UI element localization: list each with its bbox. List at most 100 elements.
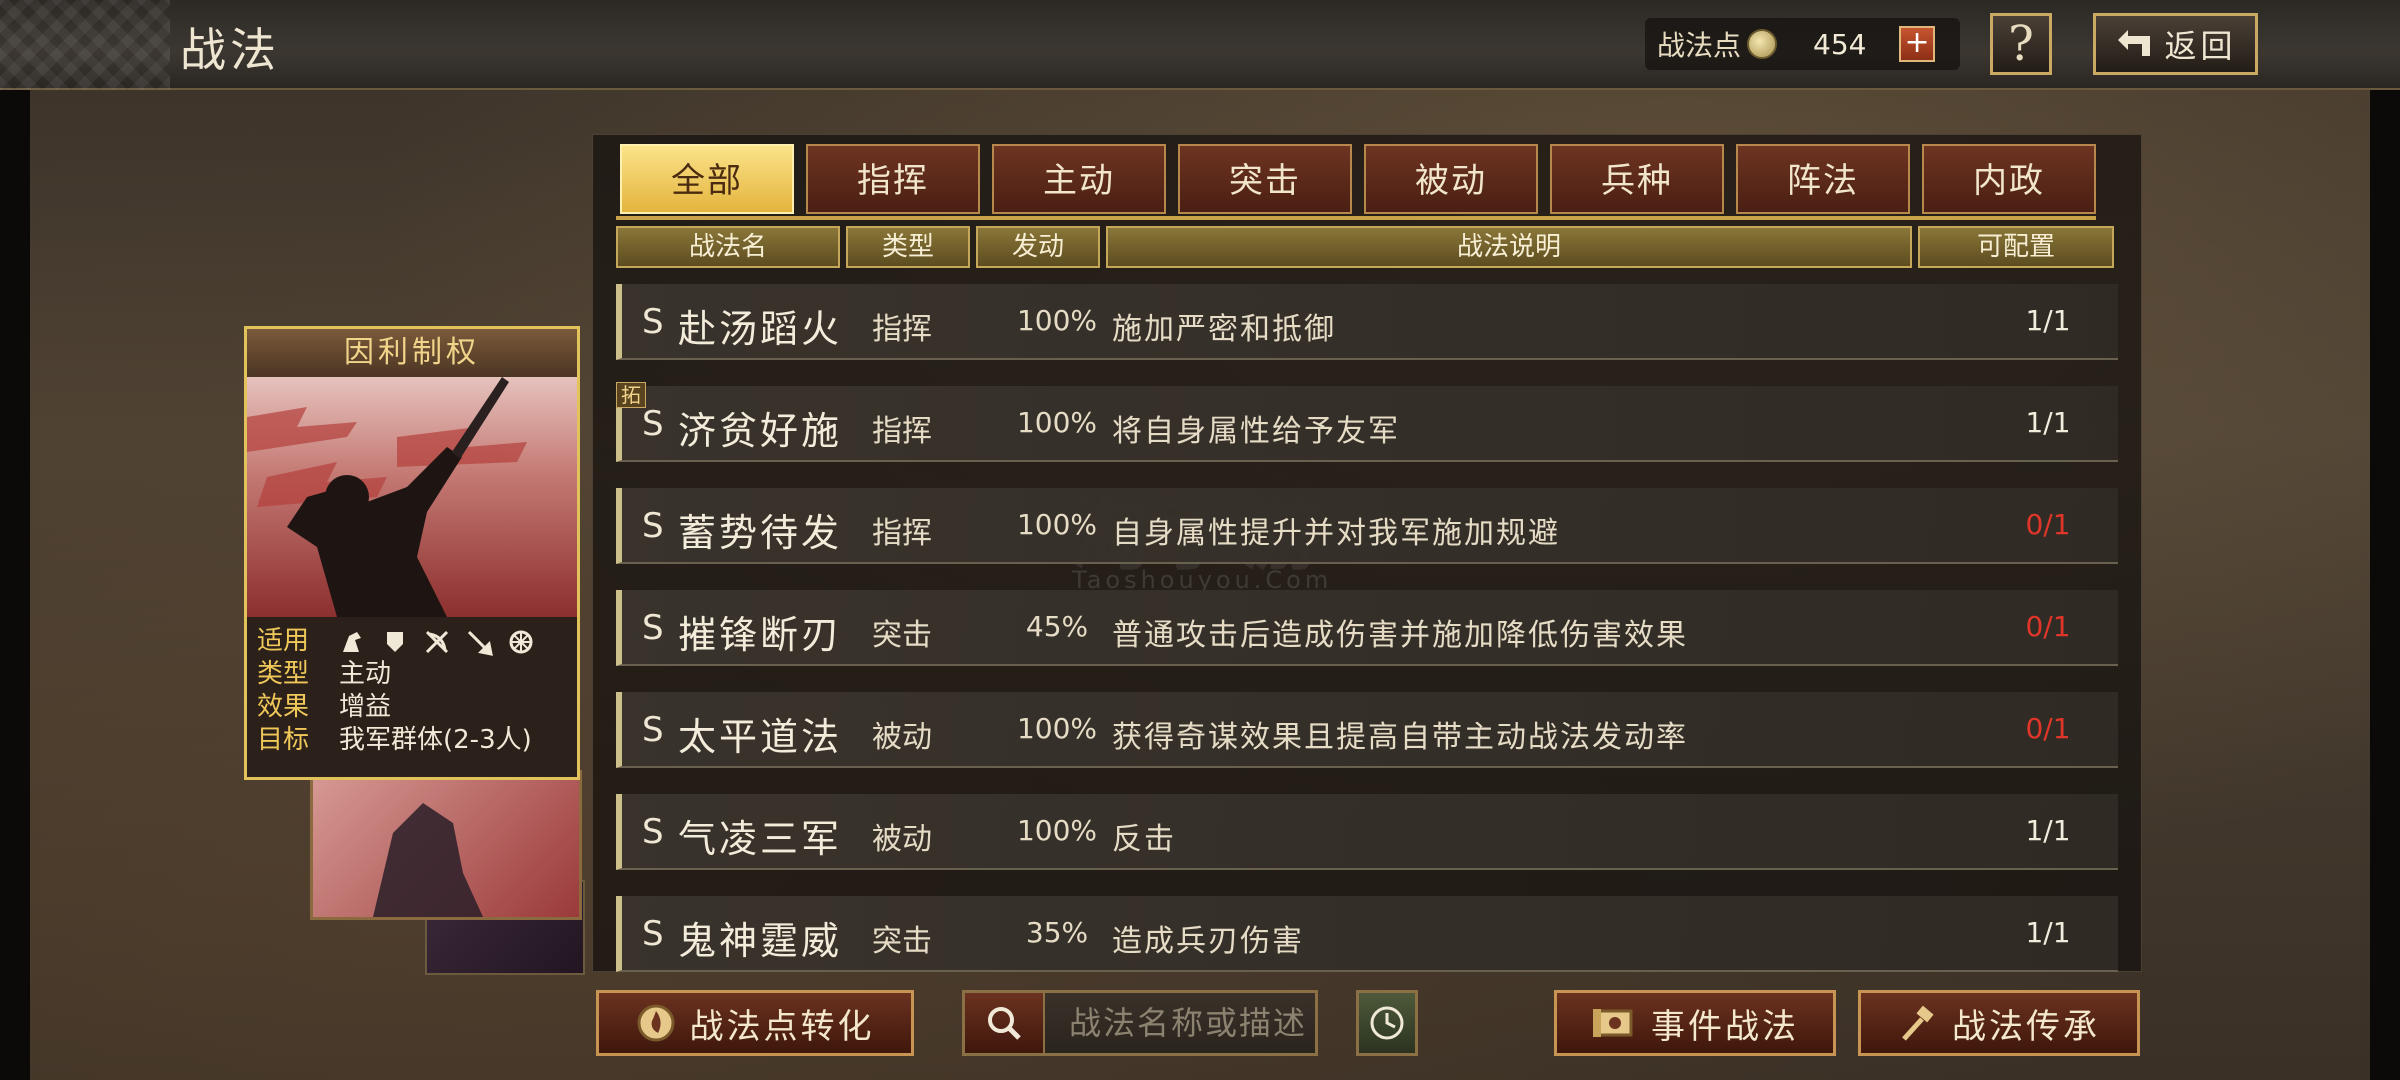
tactic-config: 1/1: [2025, 304, 2071, 337]
tactic-config: 0/1: [2025, 712, 2071, 745]
tab-underline: [616, 216, 2096, 220]
points-value: 454: [1813, 27, 1867, 61]
tactic-row[interactable]: S 蓄势待发 指挥 100% 自身属性提升并对我军施加规避 0/1: [616, 488, 2118, 564]
tactic-type: 突击: [872, 924, 932, 959]
tab-all[interactable]: 全部: [620, 144, 794, 214]
tactic-name: 蓄势待发: [678, 511, 843, 555]
tactic-rank: S: [642, 506, 664, 546]
search-icon: [988, 1007, 1021, 1040]
warrior-art: [247, 377, 527, 617]
tactic-rank: S: [642, 302, 664, 342]
archer-icon: [425, 630, 449, 653]
tactic-rate: 100%: [1016, 304, 1098, 337]
tactic-rate: 100%: [1016, 406, 1098, 439]
wheel-icon: [509, 630, 533, 653]
tactic-desc: 自身属性提升并对我军施加规避: [1112, 516, 1560, 551]
tactic-name: 气凌三军: [678, 817, 843, 861]
target-label: 目标: [257, 725, 310, 755]
tactic-desc: 普通攻击后造成伤害并施加降低伤害效果: [1112, 618, 1688, 653]
search-bar: [962, 990, 1318, 1056]
back-button[interactable]: 返回: [2093, 13, 2258, 75]
event-tactics-label: 事件战法: [1651, 1006, 1799, 1047]
card-type-row: 类型 主动: [257, 658, 567, 691]
tactic-row[interactable]: S 太平道法 被动 100% 获得奇谋效果且提高自带主动战法发动率 0/1: [616, 692, 2118, 768]
card-art: [247, 377, 577, 617]
tactic-config: 0/1: [2025, 508, 2071, 541]
page-title: 战法: [180, 23, 280, 77]
tactic-name: 太平道法: [678, 715, 843, 759]
tactic-rate: 100%: [1016, 712, 1098, 745]
tab-troop[interactable]: 兵种: [1550, 144, 1724, 214]
back-label: 返回: [2164, 27, 2237, 65]
tactic-row[interactable]: S 气凌三军 被动 100% 反击 1/1: [616, 794, 2118, 870]
type-value: 主动: [339, 659, 392, 689]
tactic-type: 被动: [872, 822, 932, 857]
tab-command[interactable]: 指挥: [806, 144, 980, 214]
card-info: 适用 类型 主动 效果 增益 目标 我军群体(2-3人): [247, 617, 577, 765]
inherit-tactics-label: 战法传承: [1952, 1006, 2100, 1047]
applies-label: 适用: [257, 626, 310, 656]
tactic-name: 鬼神霆威: [678, 919, 843, 963]
flame-coin-icon: [637, 1004, 674, 1042]
event-tactics-button[interactable]: 事件战法: [1554, 990, 1836, 1056]
tactic-desc: 施加严密和抵御: [1112, 312, 1336, 347]
column-type[interactable]: 类型: [846, 226, 970, 268]
tactic-type: 指挥: [872, 312, 932, 347]
top-bar: 战法 战法点 454 + ? 返回: [0, 0, 2400, 90]
expand-badge: 拓: [616, 382, 646, 408]
tactic-type: 指挥: [872, 414, 932, 449]
tab-passive[interactable]: 被动: [1364, 144, 1538, 214]
tab-internal[interactable]: 内政: [1922, 144, 2096, 214]
card-stack-middle[interactable]: [310, 770, 582, 920]
tactic-name: 济贫好施: [678, 409, 843, 453]
convert-points-button[interactable]: 战法点转化: [596, 990, 914, 1056]
tab-assault[interactable]: 突击: [1178, 144, 1352, 214]
points-label: 战法点: [1657, 29, 1742, 62]
tactic-config: 1/1: [2025, 814, 2071, 847]
column-name[interactable]: 战法名: [616, 226, 840, 268]
add-points-button[interactable]: +: [1899, 26, 1936, 62]
help-button[interactable]: ?: [1990, 13, 2052, 75]
tactic-points-display: 战法点 454 +: [1645, 18, 1960, 70]
tactic-row[interactable]: S 鬼神霆威 突击 35% 造成兵刃伤害 1/1: [616, 896, 2118, 972]
target-value: 我军群体(2-3人): [339, 725, 532, 755]
tactic-rate: 35%: [1025, 916, 1089, 949]
tab-active[interactable]: 主动: [992, 144, 1166, 214]
cavalry-icon: [343, 631, 361, 652]
tactic-config: 1/1: [2025, 916, 2071, 949]
coin-icon: [1747, 29, 1778, 59]
effect-label: 效果: [257, 692, 310, 722]
unit-icons: [339, 628, 535, 656]
effect-value: 增益: [339, 692, 392, 722]
column-cfg[interactable]: 可配置: [1918, 226, 2114, 268]
history-button[interactable]: [1356, 990, 1418, 1056]
tactic-rate: 100%: [1016, 814, 1098, 847]
tactic-row[interactable]: S 摧锋断刃 突击 45% 普通攻击后造成伤害并施加降低伤害效果 0/1: [616, 590, 2118, 666]
hammer-icon: [1902, 1005, 1934, 1041]
inherit-tactics-button[interactable]: 战法传承: [1858, 990, 2140, 1056]
back-arrow-icon: [2118, 30, 2151, 56]
tactic-type: 被动: [872, 720, 932, 755]
tactic-desc: 获得奇谋效果且提高自带主动战法发动率: [1112, 720, 1688, 755]
table-header: 战法名 类型 发动 战法说明 可配置: [616, 226, 2114, 268]
scroll-icon: [1593, 1009, 1633, 1037]
tactic-rank: S: [642, 404, 664, 444]
tactic-rank: S: [642, 710, 664, 750]
tactic-config: 0/1: [2025, 610, 2071, 643]
card-applies-row: 适用: [257, 625, 567, 658]
search-input[interactable]: [1045, 1004, 1315, 1042]
tactic-desc: 造成兵刃伤害: [1112, 924, 1304, 959]
search-button[interactable]: [965, 993, 1045, 1053]
type-label: 类型: [257, 659, 310, 689]
tactic-row[interactable]: S 赴汤蹈火 指挥 100% 施加严密和抵御 1/1: [616, 284, 2118, 360]
tactic-desc: 反击: [1112, 822, 1176, 857]
tab-bar: 全部 指挥 主动 突击 被动 兵种 阵法 内政: [620, 144, 2096, 214]
tactic-row[interactable]: S 济贫好施 指挥 100% 将自身属性给予友军 1/1 拓: [616, 382, 2118, 462]
tactic-card[interactable]: 因利制权 适用 类型 主动 效果 增益 目标 我军群体(2-3人): [244, 326, 580, 780]
column-rate[interactable]: 发动: [976, 226, 1100, 268]
tactics-list: S 赴汤蹈火 指挥 100% 施加严密和抵御 1/1 S 济贫好施 指挥 100% 将自身属性给予友…: [616, 284, 2118, 998]
tab-formation[interactable]: 阵法: [1736, 144, 1910, 214]
tactic-type: 突击: [872, 618, 932, 653]
convert-points-label: 战法点转化: [689, 1006, 875, 1047]
tactic-type: 指挥: [872, 516, 932, 551]
